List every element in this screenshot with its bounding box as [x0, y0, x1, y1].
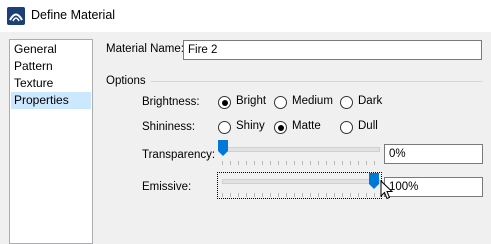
radio-label: Medium — [292, 95, 333, 107]
emissive-label: Emissive: — [142, 181, 192, 193]
options-group-line — [151, 81, 482, 82]
transparency-slider-thumb[interactable] — [218, 140, 228, 156]
transparency-slider-track — [222, 147, 380, 152]
radio-label: Dark — [358, 95, 383, 107]
transparency-label: Transparency: — [142, 149, 216, 161]
radio-button[interactable] — [340, 96, 353, 109]
radio-button[interactable] — [218, 121, 231, 134]
transparency-input[interactable]: 0% — [384, 144, 483, 164]
app-logo-icon — [7, 7, 25, 25]
material-name-input[interactable]: Fire 2 — [183, 40, 482, 60]
nav-item-properties[interactable]: Properties — [11, 92, 91, 109]
brightness-label: Brightness: — [142, 96, 200, 108]
window-title: Define Material — [31, 8, 116, 22]
shininess-label: Shininess: — [142, 121, 196, 133]
nav-item-texture[interactable]: Texture — [11, 75, 91, 92]
options-group-label: Options — [106, 75, 146, 87]
emissive-input[interactable]: 100% — [384, 177, 483, 197]
radio-button[interactable] — [274, 96, 287, 109]
radio-button[interactable] — [218, 96, 231, 109]
radio-button[interactable] — [274, 121, 287, 134]
radio-label: Matte — [292, 120, 321, 132]
nav-item-pattern[interactable]: Pattern — [11, 58, 91, 75]
radio-label: Bright — [236, 95, 267, 107]
emissive-slider-track — [222, 179, 380, 184]
material-name-label: Material Name: — [106, 43, 184, 55]
title-bar: Define Material — [0, 0, 491, 32]
nav-item-general[interactable]: General — [11, 41, 91, 58]
radio-button[interactable] — [340, 121, 353, 134]
radio-label: Shiny — [236, 120, 265, 132]
emissive-slider-ticks — [222, 193, 379, 197]
mouse-pointer-icon — [380, 180, 394, 200]
transparency-slider-ticks — [222, 161, 379, 165]
radio-label: Dull — [358, 120, 378, 132]
category-list[interactable]: General Pattern Texture Properties — [9, 39, 93, 244]
emissive-slider-thumb[interactable] — [369, 173, 379, 189]
